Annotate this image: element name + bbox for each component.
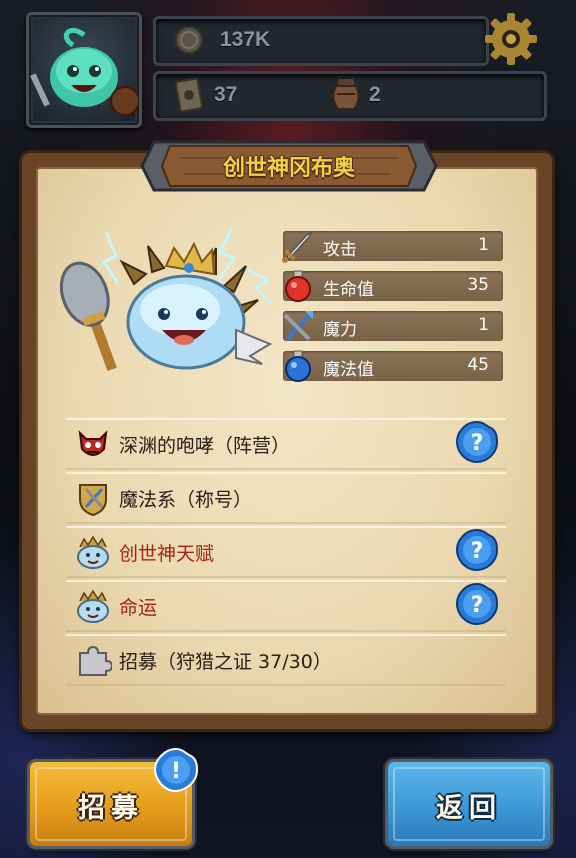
ability-row-talent[interactable]: 创世神天赋 ?	[66, 526, 506, 578]
ability-row-label: 深渊的咆哮（阵营）	[119, 435, 291, 457]
stat-value: 45	[467, 355, 489, 375]
ability-row-recruit[interactable]: 招募（狩猎之证 37/30）	[66, 634, 506, 686]
stat-hp: 生命值 35	[283, 270, 503, 302]
ability-row-fate[interactable]: 命运 ?	[66, 580, 506, 632]
back-button[interactable]: 返回	[388, 762, 550, 846]
red-potion-icon	[285, 270, 311, 302]
puzzle-piece-icon	[79, 645, 112, 676]
ability-row-label: 魔法系（称号）	[119, 489, 253, 511]
stat-attack: 攻击 1	[282, 231, 503, 263]
svg-text:?: ?	[471, 593, 484, 618]
stat-label: 生命值	[323, 280, 374, 300]
help-question-icon[interactable]: ?	[454, 419, 500, 465]
stat-label: 魔法值	[323, 360, 374, 380]
jar-count: 2	[369, 83, 381, 106]
stat-label: 攻击	[323, 240, 357, 260]
magic-shield-icon	[79, 484, 107, 517]
gear-icon[interactable]	[482, 10, 540, 68]
card-icon	[175, 78, 203, 112]
svg-text:!: !	[171, 759, 181, 784]
alert-badge-icon: !	[153, 747, 199, 793]
help-question-icon[interactable]: ?	[454, 581, 500, 627]
stat-value: 1	[478, 235, 489, 255]
card-count: 37	[214, 83, 238, 106]
gumball-title: 创世神冈布奥	[222, 156, 355, 181]
staff-icon	[283, 311, 313, 341]
gumball-talent-icon	[77, 535, 109, 569]
sword-icon	[282, 231, 313, 263]
ability-row-label: 命运	[119, 597, 158, 619]
help-question-icon[interactable]: ?	[454, 527, 500, 573]
gumball-fate-icon	[77, 589, 109, 623]
stat-value: 35	[467, 275, 489, 295]
ability-row-faction[interactable]: 深渊的咆哮（阵营） ?	[66, 418, 506, 470]
stat-magic: 魔力 1	[283, 311, 503, 341]
jar-icon	[332, 79, 360, 110]
stat-value: 1	[478, 315, 489, 335]
ability-row-title[interactable]: 魔法系（称号）	[66, 472, 506, 524]
resource-bar: 37 2	[153, 71, 547, 121]
player-avatar[interactable]	[26, 12, 142, 128]
stat-mp: 魔法值 45	[283, 350, 503, 382]
coin-counter: 137K	[153, 16, 489, 66]
coin-amount: 137K	[220, 28, 271, 51]
svg-text:?: ?	[471, 431, 484, 456]
demon-mask-icon	[78, 430, 108, 456]
ability-row-label: 创世神天赋	[119, 543, 215, 565]
coin-icon	[175, 26, 203, 54]
back-button-label: 返回	[436, 793, 502, 824]
ability-row-label: 招募（狩猎之证 37/30）	[119, 651, 332, 673]
blue-potion-icon	[285, 350, 311, 382]
creator-gumball-portrait	[59, 227, 273, 372]
gumball-avatar-icon	[30, 27, 139, 116]
stat-label: 魔力	[323, 320, 357, 340]
svg-text:?: ?	[471, 539, 484, 564]
